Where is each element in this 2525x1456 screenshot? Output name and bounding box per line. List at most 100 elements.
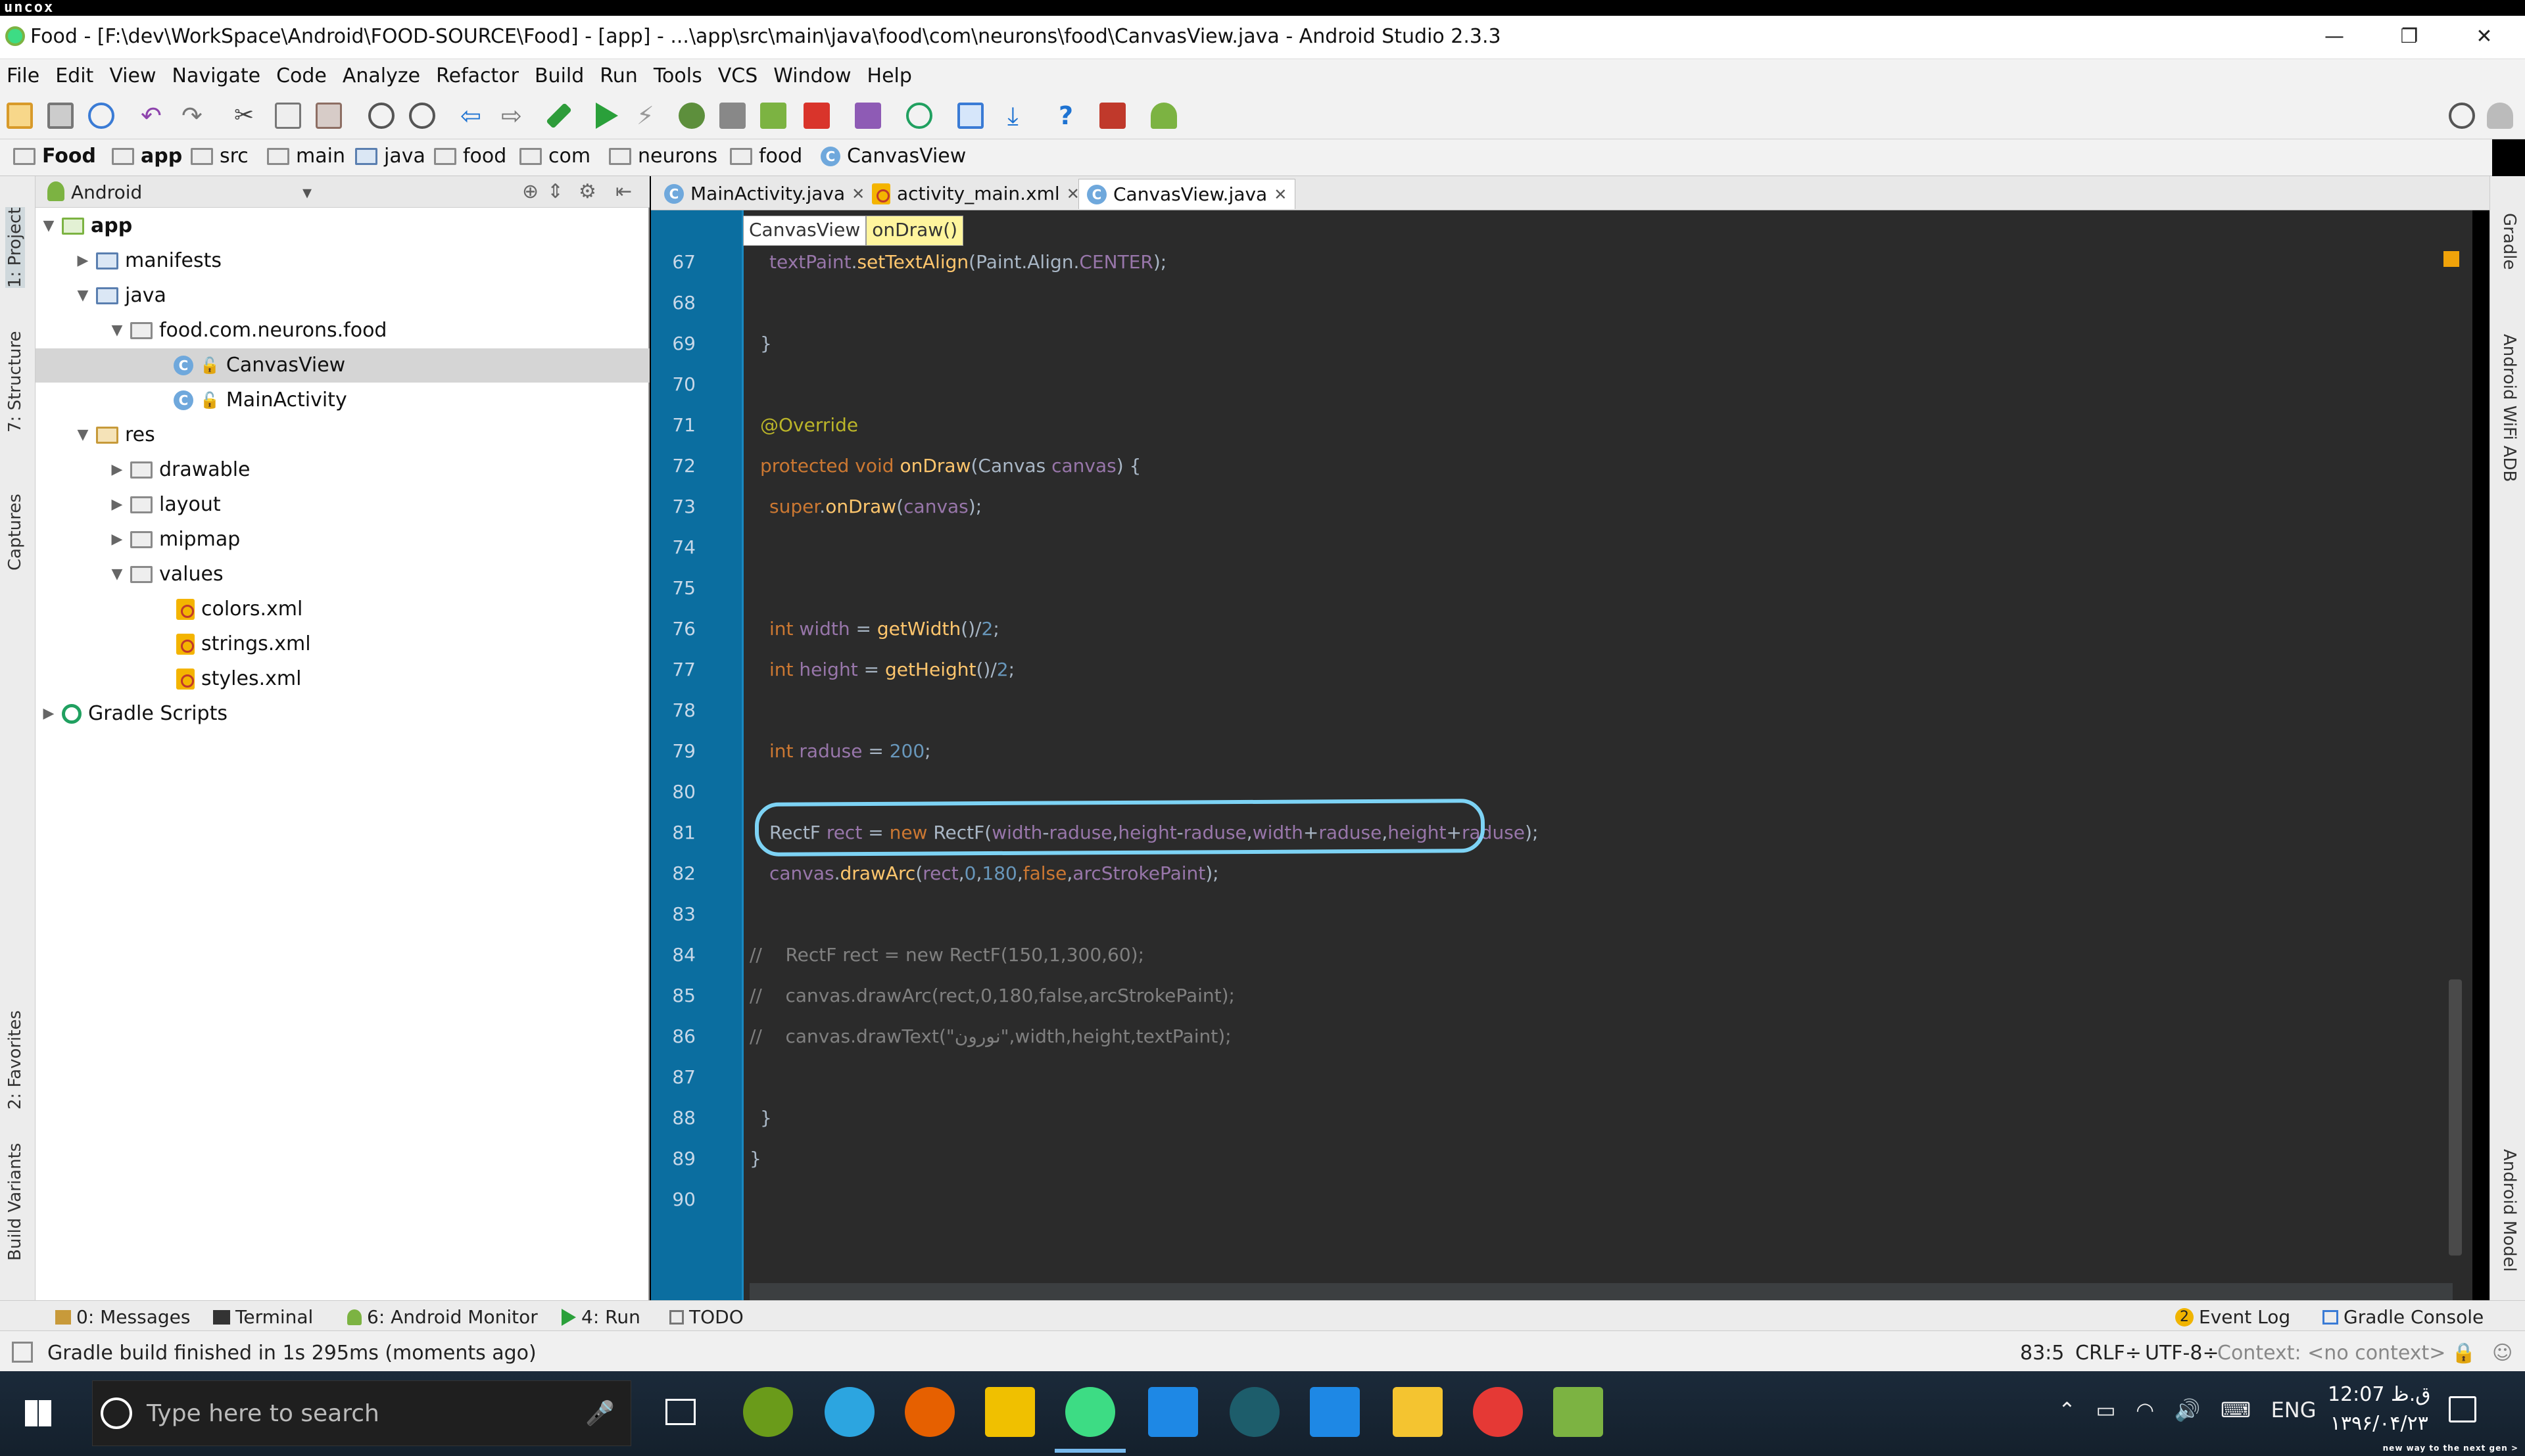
tab-event-log[interactable]: 2 Event Log	[2175, 1306, 2290, 1328]
code-line[interactable]: int width = getWidth()/2;	[769, 618, 999, 640]
tree-item-values[interactable]: ▼ values	[110, 557, 224, 592]
tool-favorites[interactable]: 2: Favorites	[5, 1010, 25, 1110]
avd-manager-icon[interactable]	[855, 103, 881, 129]
gradle-sync-icon[interactable]	[906, 103, 932, 129]
code-line[interactable]: super.onDraw(canvas);	[769, 496, 982, 517]
code-line[interactable]: }	[760, 333, 772, 354]
tab-canvasview[interactable]: C CanvasView.java ✕	[1078, 179, 1296, 209]
make-project-icon[interactable]	[546, 103, 572, 129]
crumb-main[interactable]: main	[267, 145, 345, 168]
telegram-icon[interactable]	[825, 1387, 875, 1437]
menu-file[interactable]: File	[7, 59, 39, 87]
crumb-food[interactable]: food	[434, 145, 506, 168]
context-indicator[interactable]: Context: <no context>	[2217, 1342, 2445, 1365]
status-message[interactable]: Gradle build finished in 1s 295ms (momen…	[47, 1342, 537, 1365]
code-line[interactable]: int raduse = 200;	[769, 740, 931, 762]
tree-item-drawable[interactable]: ▶ drawable	[110, 453, 251, 487]
sync-icon[interactable]	[88, 103, 114, 129]
app-icon-circle[interactable]	[1230, 1387, 1280, 1437]
paste-icon[interactable]	[316, 103, 342, 129]
menu-edit[interactable]: Edit	[55, 59, 93, 87]
cut-icon[interactable]: ✂	[234, 103, 260, 129]
notifications-icon[interactable]	[2449, 1396, 2476, 1422]
tree-item-manifests[interactable]: ▶ manifests	[76, 244, 222, 278]
toggle-tool-windows-icon[interactable]	[12, 1342, 33, 1363]
back-icon[interactable]: ⇦	[460, 103, 487, 129]
firefox-icon[interactable]	[905, 1387, 955, 1437]
menu-tools[interactable]: Tools	[654, 59, 702, 87]
vertical-scrollbar[interactable]	[2449, 979, 2462, 1256]
tab-todo[interactable]: TODO	[669, 1306, 744, 1328]
instant-run-icon[interactable]: ⚡	[637, 103, 663, 129]
code-editor[interactable]: CanvasView onDraw() 67 textPaint.setTextA…	[651, 210, 2472, 1300]
tree-item-strings[interactable]: strings.xml	[176, 627, 311, 661]
caret-position[interactable]: 83:5	[2020, 1342, 2064, 1365]
tree-item-colors[interactable]: colors.xml	[176, 592, 302, 626]
collapse-icon[interactable]: ▶	[76, 244, 89, 278]
tree-item-canvasview[interactable]: C 🔓 CanvasView	[36, 348, 650, 383]
crumb-com[interactable]: com	[519, 145, 590, 168]
jetbrains-icon-2[interactable]	[1310, 1387, 1360, 1437]
tool-android-model[interactable]: Android Model	[2499, 1149, 2519, 1272]
hide-panel-icon[interactable]: ⇤	[615, 180, 632, 203]
clock[interactable]: 12:07 ق.ظ ۱۳۹۶/۰۴/۲۳	[2328, 1380, 2431, 1438]
menu-view[interactable]: View	[109, 59, 156, 87]
code-line[interactable]: int height = getHeight()/2;	[769, 659, 1015, 680]
menu-window[interactable]: Window	[773, 59, 851, 87]
task-view-icon[interactable]	[665, 1399, 696, 1425]
menu-help[interactable]: Help	[867, 59, 912, 87]
expand-icon[interactable]: ▼	[76, 418, 89, 452]
tree-item-package[interactable]: ▼ food.com.neurons.food	[110, 314, 387, 348]
tool-captures[interactable]: Captures	[5, 494, 25, 571]
minimize-button[interactable]: —	[2315, 22, 2354, 51]
lock-icon[interactable]: 🔒	[2451, 1342, 2476, 1365]
microphone-icon[interactable]: 🎤	[585, 1399, 615, 1427]
warning-marker[interactable]	[2443, 251, 2459, 267]
code-line[interactable]: @Override	[760, 414, 858, 436]
tree-item-res[interactable]: ▼ res	[76, 418, 155, 452]
forward-icon[interactable]: ⇨	[501, 103, 527, 129]
tab-terminal[interactable]: Terminal	[213, 1306, 313, 1328]
inspector-icon[interactable]: ☺	[2492, 1342, 2513, 1365]
project-structure-icon[interactable]	[957, 103, 984, 129]
android-studio-taskbar-icon[interactable]	[1065, 1387, 1115, 1437]
battery-icon[interactable]: ▭	[2096, 1397, 2115, 1422]
crumb-neurons[interactable]: neurons	[609, 145, 717, 168]
code-crumb-class[interactable]: CanvasView	[743, 216, 867, 246]
attach-debugger-icon[interactable]	[760, 103, 786, 129]
run-icon[interactable]	[596, 103, 618, 129]
search-everywhere-icon[interactable]	[2449, 103, 2475, 129]
menu-build[interactable]: Build	[535, 59, 584, 87]
menu-refactor[interactable]: Refactor	[436, 59, 519, 87]
keyboard-icon[interactable]: ⌨	[2221, 1397, 2251, 1422]
expand-icon[interactable]: ▼	[110, 314, 124, 348]
taskbar-search[interactable]: Type here to search 🎤	[92, 1380, 631, 1446]
code-line[interactable]: // canvas.drawText("نورون",width,height,…	[750, 1025, 1232, 1047]
collapse-all-icon[interactable]: ⇕	[547, 180, 564, 203]
expand-icon[interactable]: ▼	[110, 557, 124, 592]
save-icon[interactable]	[47, 103, 74, 129]
file-encoding[interactable]: UTF-8÷	[2145, 1342, 2219, 1365]
close-tab-icon[interactable]: ✕	[1067, 179, 1080, 209]
expand-icon[interactable]: ▼	[42, 209, 55, 243]
code-line[interactable]: protected void onDraw(Canvas canvas) {	[760, 455, 1141, 477]
collapse-icon[interactable]: ▶	[110, 523, 124, 557]
tool-gradle[interactable]: Gradle	[2499, 213, 2519, 270]
tool-project[interactable]: 1: Project	[5, 207, 25, 288]
menu-code[interactable]: Code	[276, 59, 327, 87]
device-monitor-icon[interactable]	[1099, 103, 1126, 129]
close-tab-icon[interactable]: ✕	[852, 179, 865, 209]
crumb-canvasview[interactable]: C CanvasView	[821, 145, 966, 168]
tab-gradle-console[interactable]: Gradle Console	[2322, 1306, 2484, 1328]
code-line[interactable]: }	[750, 1148, 761, 1169]
find-icon[interactable]	[368, 103, 395, 129]
tree-item-styles[interactable]: styles.xml	[176, 662, 301, 696]
scroll-from-source-icon[interactable]: ⊕	[522, 180, 539, 203]
tree-item-layout[interactable]: ▶ layout	[110, 488, 221, 522]
tab-android-monitor[interactable]: 6: Android Monitor	[347, 1306, 538, 1328]
sdk-manager-icon[interactable]: ⤓	[1007, 103, 1034, 129]
tab-run[interactable]: 4: Run	[562, 1306, 640, 1328]
close-button[interactable]: ✕	[2465, 22, 2504, 51]
tree-item-mipmap[interactable]: ▶ mipmap	[110, 523, 241, 557]
tool-wifi-adb[interactable]: Android WiFi ADB	[2499, 334, 2519, 482]
